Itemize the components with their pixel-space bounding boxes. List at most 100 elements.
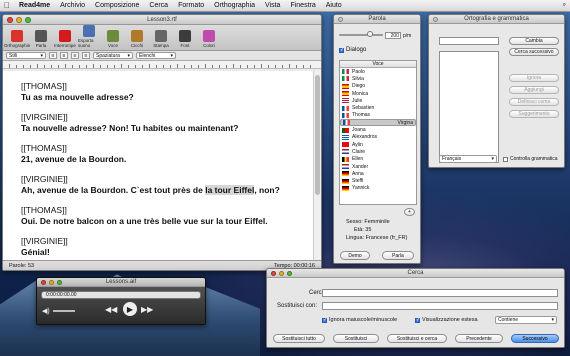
voice-row[interactable]: Claire <box>340 148 416 155</box>
voice-row[interactable]: Paolo <box>340 68 416 75</box>
spelling-titlebar[interactable]: Ortografia e grammatica <box>429 15 564 24</box>
demo-button[interactable]: Demo <box>340 251 370 260</box>
scrollbar-thumb[interactable] <box>315 75 320 195</box>
menu-item-archivio[interactable]: Archivio <box>55 2 90 9</box>
ignore-case-toggle[interactable]: Ignora maiuscole/minuscole <box>322 317 397 323</box>
play-icon[interactable]: ▶ <box>123 302 137 316</box>
menu-item-formato[interactable]: Formato <box>173 2 209 9</box>
toolbar-button-3[interactable]: Esporta suono <box>78 25 100 48</box>
menu-item-aiuto[interactable]: Aiuto <box>321 2 347 9</box>
toolbar-button-1[interactable]: Parla <box>30 30 52 48</box>
ruler[interactable] <box>3 61 321 69</box>
define-button[interactable]: Definisci come <box>509 98 559 106</box>
find-next-button[interactable]: Cerca successivo <box>509 48 559 56</box>
voice-row[interactable]: Sebastien <box>340 104 416 111</box>
rate-field[interactable]: 200 <box>385 32 401 39</box>
voice-row[interactable]: Steffi <box>340 177 416 184</box>
apple-icon[interactable]:  <box>0 1 14 10</box>
spotlight-icon[interactable]: ⌕ <box>563 2 566 9</box>
minimize-button[interactable] <box>49 279 54 285</box>
voice-row[interactable]: Monica <box>340 90 416 97</box>
close-button[interactable] <box>338 16 343 22</box>
toolbar-button-4[interactable]: Voce <box>102 30 124 48</box>
learn-button[interactable]: Aggiungi <box>509 86 559 94</box>
document-text-area[interactable]: [[THOMAS]] Tu as ma nouvelle adresse? [[VI… <box>3 71 313 260</box>
voice-row[interactable]: Joana <box>340 126 416 133</box>
dialog-toggle[interactable]: Dialogo <box>339 47 366 53</box>
menu-item-app[interactable]: Read4me <box>14 2 55 9</box>
close-button[interactable] <box>271 270 276 276</box>
next-button[interactable]: Successivo <box>511 334 559 343</box>
zoom-button[interactable] <box>25 16 31 23</box>
grammar-checkbox[interactable] <box>503 156 508 162</box>
replace-button[interactable]: Sostituisci <box>333 334 379 343</box>
minimize-button[interactable] <box>279 270 284 276</box>
add-voice-button[interactable]: + <box>404 208 415 216</box>
wrap-toggle[interactable]: Visualizzazione estesa <box>415 317 478 323</box>
document-scrollbar[interactable] <box>313 71 321 260</box>
voice-list[interactable]: Voce Paolo Silvia Diego Monica Julie Sebastie… <box>339 60 417 205</box>
wrap-checkbox[interactable] <box>415 317 420 323</box>
spelling-word-field[interactable] <box>439 37 499 45</box>
selected-text[interactable]: la tour Eiffel <box>205 185 255 195</box>
voice-row[interactable]: Anna <box>340 170 416 177</box>
menu-item-composizione[interactable]: Composizione <box>90 2 144 9</box>
grammar-toggle[interactable]: Controlla grammatica <box>503 156 558 162</box>
rate-slider-knob[interactable] <box>367 31 373 37</box>
voice-row[interactable]: Virgina <box>340 119 416 127</box>
list-select[interactable]: Elenchi ▾ <box>136 52 176 59</box>
change-button[interactable]: Cambia <box>509 37 559 45</box>
align-right-button[interactable]: ≡ <box>71 52 79 59</box>
voice-row[interactable]: Aylin <box>340 141 416 148</box>
toolbar-button-6[interactable]: Stampa <box>150 30 172 48</box>
find-titlebar[interactable]: Cerca <box>267 269 564 278</box>
language-select[interactable]: Français ▾ <box>439 155 497 163</box>
voice-row[interactable]: Xander <box>340 163 416 170</box>
toolbar-button-5[interactable]: Cicchi <box>126 30 148 48</box>
toolbar-button-8[interactable]: Colori <box>198 30 220 48</box>
voice-row[interactable]: Silvia <box>340 75 416 82</box>
rate-slider[interactable] <box>339 31 383 37</box>
fast-forward-icon[interactable]: ▶▶ <box>141 305 153 314</box>
replace-all-button[interactable]: Sostituisci tutto <box>273 334 325 343</box>
close-button[interactable] <box>7 16 13 23</box>
close-button[interactable] <box>433 16 438 22</box>
spacing-select[interactable]: Spaziatura ▾ <box>93 52 133 59</box>
voice-row[interactable]: Diego <box>340 83 416 90</box>
styles-select[interactable]: Stili ▾ <box>6 52 46 59</box>
ignore-case-checkbox[interactable] <box>322 317 327 323</box>
zoom-button[interactable] <box>57 279 62 285</box>
voice-titlebar[interactable]: Parola <box>334 15 420 24</box>
editor-titlebar[interactable]: Lesson3.rtf <box>3 15 321 25</box>
replace-and-find-button[interactable]: Sostituisci e cerca <box>387 334 447 343</box>
replace-input[interactable] <box>322 302 558 310</box>
align-left-button[interactable]: ≡ <box>49 52 57 59</box>
suggest-button[interactable]: Suggerimento <box>509 110 559 118</box>
voice-row[interactable]: Ellen <box>340 156 416 163</box>
player-titlebar[interactable]: Lessons.aif <box>37 278 205 287</box>
toolbar-button-0[interactable]: Orthographie <box>4 30 30 48</box>
align-center-button[interactable]: ≡ <box>60 52 68 59</box>
voice-row[interactable]: Yannick <box>340 185 416 192</box>
ignore-button[interactable]: Ignora <box>509 74 559 82</box>
previous-button[interactable]: Precedente <box>455 334 503 343</box>
find-input[interactable] <box>322 289 558 297</box>
minimize-button[interactable] <box>16 16 22 23</box>
justify-button[interactable]: ≡ <box>82 52 90 59</box>
menu-item-vista[interactable]: Vista <box>260 2 285 9</box>
voice-row[interactable]: Alexandros <box>340 134 416 141</box>
suggestions-list[interactable] <box>439 51 499 163</box>
rewind-icon[interactable]: ◀◀ <box>105 305 117 314</box>
voice-row[interactable]: Julie <box>340 97 416 104</box>
menu-item-finestra[interactable]: Finestra <box>285 2 320 9</box>
time-bar[interactable]: 0:00:00:00.00 <box>41 291 201 299</box>
speak-button[interactable]: Parla <box>382 251 414 260</box>
voice-row[interactable]: Thomas <box>340 112 416 119</box>
menu-item-orthographia[interactable]: Orthographia <box>209 2 260 9</box>
menu-item-cerca[interactable]: Cerca <box>144 2 173 9</box>
close-button[interactable] <box>41 279 46 285</box>
volume-slider[interactable] <box>53 310 75 312</box>
match-mode-select[interactable]: Contiene ▾ <box>495 316 557 324</box>
toolbar-button-2[interactable]: Interrompe <box>54 30 76 48</box>
toolbar-button-7[interactable]: Font <box>174 30 196 48</box>
